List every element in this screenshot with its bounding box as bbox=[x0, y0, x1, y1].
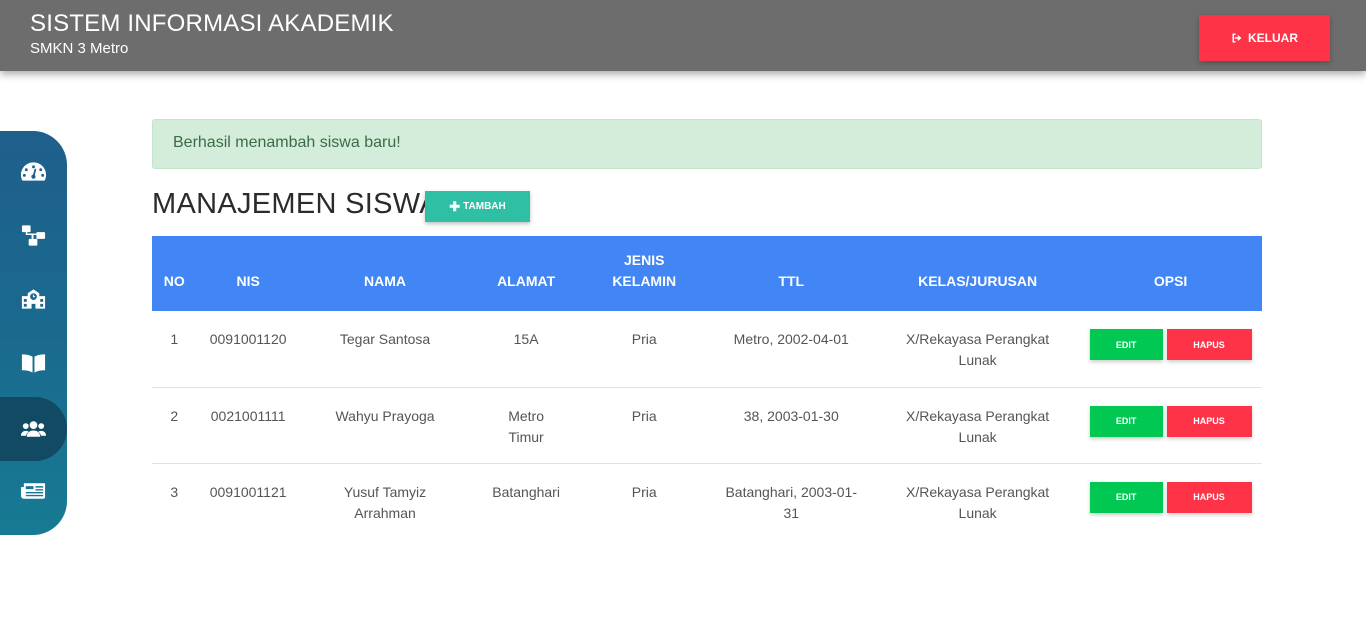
dashboard-icon bbox=[20, 162, 47, 181]
school-icon bbox=[21, 289, 46, 309]
cell-alamat: Batanghari bbox=[492, 483, 560, 500]
cell-no: 1 bbox=[170, 331, 179, 347]
sidebar bbox=[0, 131, 67, 535]
sidebar-item-news[interactable] bbox=[0, 459, 67, 523]
sidebar-item-subjects[interactable] bbox=[0, 331, 67, 395]
top-bar: SISTEM INFORMASI AKADEMIK SMKN 3 Metro K… bbox=[0, 0, 1366, 71]
success-alert: Berhasil menambah siswa baru! bbox=[152, 119, 1262, 169]
cell-kelas: X/Rekayasa Perangkat Lunak bbox=[906, 483, 1050, 521]
cell-ttl: Metro, 2002-04-01 bbox=[733, 331, 849, 347]
column-header-jenis-kelamin: JENIS KELAMIN bbox=[612, 252, 677, 289]
cell-opsi: EDIT HAPUS bbox=[1079, 387, 1262, 463]
cell-ttl: 38, 2003-01-30 bbox=[743, 407, 839, 424]
cell-nama: Tegar Santosa bbox=[339, 331, 431, 347]
sitemap-icon bbox=[21, 225, 46, 246]
cell-jenis-kelamin: Pria bbox=[631, 331, 657, 347]
table-row: 1 0091001120 Tegar Santosa 15A Pria Metr… bbox=[152, 311, 1262, 387]
cell-opsi: EDIT HAPUS bbox=[1079, 311, 1262, 387]
edit-button[interactable]: EDIT bbox=[1089, 329, 1163, 360]
cell-nis: 0091001121 bbox=[209, 483, 287, 500]
cell-alamat: Metro Timur bbox=[508, 407, 544, 445]
column-header-no: NO bbox=[163, 273, 185, 289]
newspaper-icon bbox=[20, 483, 46, 499]
students-table: NO NIS NAMA ALAMAT JENIS KELAMIN TTL KEL… bbox=[152, 236, 1262, 539]
cell-nis: 0021001111 bbox=[210, 407, 286, 424]
sidebar-item-dashboard[interactable] bbox=[0, 139, 67, 203]
sign-out-icon bbox=[1232, 33, 1242, 43]
column-header-nama: NAMA bbox=[364, 273, 407, 289]
logout-label: KELUAR bbox=[1248, 31, 1298, 45]
sidebar-item-students[interactable] bbox=[0, 397, 67, 461]
add-label: TAMBAH bbox=[463, 201, 506, 212]
page-title: MANAJEMEN SISWA bbox=[152, 188, 440, 220]
book-icon bbox=[21, 354, 46, 373]
table-header-row: NO NIS NAMA ALAMAT JENIS KELAMIN TTL KEL… bbox=[152, 236, 1262, 311]
app-title: SISTEM INFORMASI AKADEMIK bbox=[30, 10, 394, 37]
users-icon bbox=[20, 421, 47, 437]
edit-button[interactable]: EDIT bbox=[1089, 481, 1163, 513]
cell-no: 2 bbox=[170, 407, 179, 424]
column-header-nis: NIS bbox=[236, 273, 260, 289]
cell-nis: 0091001120 bbox=[209, 331, 287, 347]
cell-opsi: EDIT HAPUS bbox=[1079, 463, 1262, 539]
table-row: 2 0021001111 Wahyu Prayoga Metro Timur P… bbox=[152, 387, 1262, 463]
delete-button[interactable]: HAPUS bbox=[1166, 329, 1252, 360]
cell-nama: Wahyu Prayoga bbox=[335, 407, 435, 424]
table-row: 3 0091001121 Yusuf Tamyiz Arrahman Batan… bbox=[152, 463, 1262, 539]
cell-jenis-kelamin: Pria bbox=[631, 483, 657, 500]
logout-button[interactable]: KELUAR bbox=[1199, 15, 1330, 61]
column-header-kelas: KELAS/JURUSAN bbox=[918, 273, 1038, 289]
cell-kelas: X/Rekayasa Perangkat Lunak bbox=[906, 331, 1050, 368]
cell-jenis-kelamin: Pria bbox=[631, 407, 657, 424]
column-header-opsi: OPSI bbox=[1153, 273, 1188, 289]
cell-no: 3 bbox=[170, 483, 179, 500]
column-header-alamat: ALAMAT bbox=[497, 273, 556, 289]
delete-button[interactable]: HAPUS bbox=[1166, 405, 1252, 437]
column-header-ttl: TTL bbox=[778, 273, 805, 289]
edit-button[interactable]: EDIT bbox=[1089, 405, 1163, 437]
sidebar-item-structure[interactable] bbox=[0, 203, 67, 267]
cell-nama: Yusuf Tamyiz Arrahman bbox=[343, 483, 427, 521]
add-student-button[interactable]: ✚ TAMBAH bbox=[425, 191, 530, 222]
plus-icon: ✚ bbox=[449, 198, 461, 214]
cell-kelas: X/Rekayasa Perangkat Lunak bbox=[906, 407, 1050, 445]
sidebar-item-school[interactable] bbox=[0, 267, 67, 331]
cell-ttl: Batanghari, 2003-01-31 bbox=[725, 483, 858, 521]
cell-alamat: 15A bbox=[513, 331, 539, 347]
delete-button[interactable]: HAPUS bbox=[1166, 481, 1252, 513]
school-name: SMKN 3 Metro bbox=[30, 40, 129, 57]
